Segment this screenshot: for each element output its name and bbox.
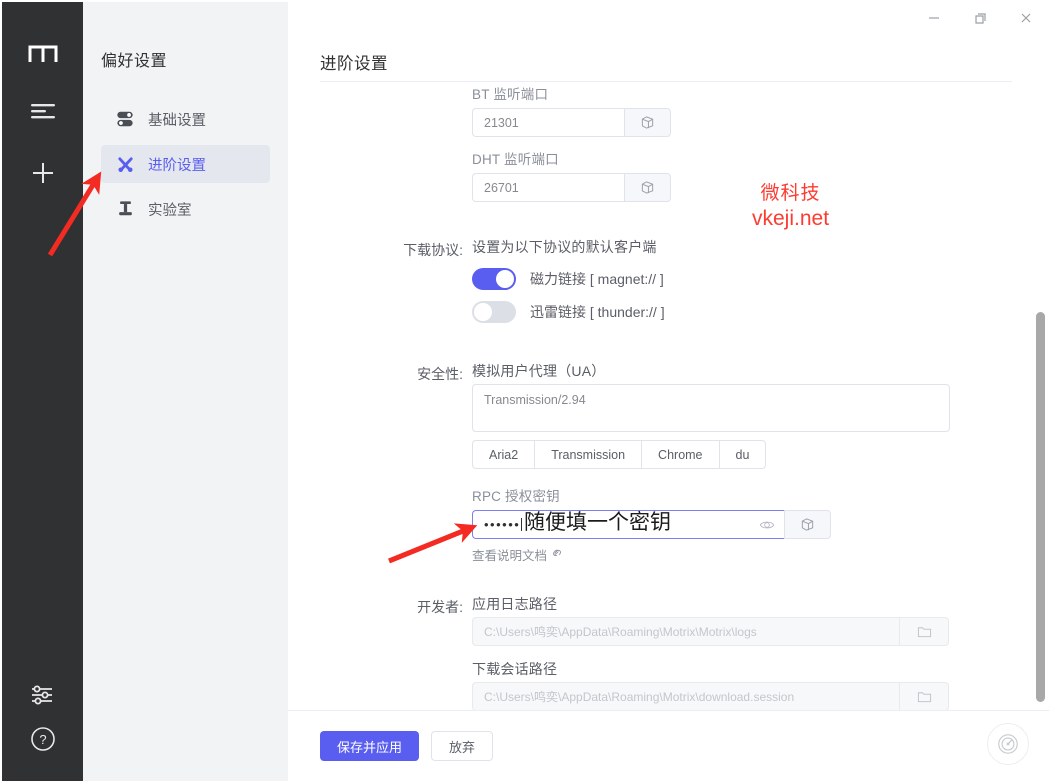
sidebar-item-label: 基础设置 xyxy=(148,112,206,129)
download-protocol-row: 下载协议: 设置为以下协议的默认客户端 磁力链接 [ magnet:// ] 迅… xyxy=(288,237,1049,323)
close-icon[interactable] xyxy=(1003,2,1049,34)
magnet-toggle-row: 磁力链接 [ magnet:// ] xyxy=(472,268,1049,290)
dht-port-input-group: 26701 xyxy=(472,173,671,202)
rpc-secret-label: RPC 授权密钥 xyxy=(472,489,560,504)
preferences-nav-list: 基础设置 进阶设置 实验室 xyxy=(83,100,288,235)
log-path-input[interactable]: C:\Users\鸣奕\AppData\Roaming\Motrix\Motri… xyxy=(472,617,899,646)
vertical-scrollbar[interactable] xyxy=(1036,312,1045,702)
add-icon[interactable] xyxy=(22,156,64,190)
thunder-toggle-row: 迅雷链接 [ thunder:// ] xyxy=(472,301,1049,323)
thunder-toggle[interactable] xyxy=(472,301,516,323)
magnet-toggle-knob xyxy=(496,270,514,288)
preferences-title: 偏好设置 xyxy=(101,53,168,70)
log-path-input-group: C:\Users\鸣奕\AppData\Roaming\Motrix\Motri… xyxy=(472,617,949,646)
page-title: 进阶设置 xyxy=(320,55,388,73)
sliders-icon[interactable] xyxy=(22,675,64,715)
rpc-secret-input-group: •••••• xyxy=(472,510,831,539)
user-agent-label: 模拟用户代理（UA） xyxy=(472,363,606,379)
dht-port-row-label xyxy=(288,150,472,215)
thunder-toggle-label: 迅雷链接 [ thunder:// ] xyxy=(530,304,665,320)
ua-preset-du[interactable]: du xyxy=(718,440,767,469)
save-button[interactable]: 保存并应用 xyxy=(320,731,420,761)
session-path-label: 下载会话路径 xyxy=(472,661,558,677)
sidebar-item-basic-settings[interactable]: 基础设置 xyxy=(101,100,270,138)
bt-port-row: BT 监听端口 21301 xyxy=(288,85,1049,150)
bt-port-row-label xyxy=(288,85,472,150)
settings-scroll-area[interactable]: BT 监听端口 21301 DHT 监听端口 26701 下载协议: 设置为以下… xyxy=(288,82,1049,712)
minimize-icon[interactable] xyxy=(911,2,957,34)
dht-port-input[interactable]: 26701 xyxy=(472,173,624,202)
session-path-input-group: C:\Users\鸣奕\AppData\Roaming\Motrix\downl… xyxy=(472,682,949,711)
toggles-icon xyxy=(115,110,135,128)
form-footer: 保存并应用 放弃 xyxy=(288,710,1049,781)
user-agent-presets: Aria2 Transmission Chrome du xyxy=(472,440,1049,469)
help-icon[interactable]: ? xyxy=(22,719,64,759)
bt-port-input[interactable]: 21301 xyxy=(472,108,624,137)
copy-icon[interactable] xyxy=(784,510,831,539)
thunder-toggle-knob xyxy=(474,303,492,321)
dht-port-row: DHT 监听端口 26701 xyxy=(288,150,1049,215)
discard-button[interactable]: 放弃 xyxy=(431,731,494,761)
eye-icon[interactable] xyxy=(759,517,775,533)
bt-port-input-group: 21301 xyxy=(472,108,671,137)
flask-icon xyxy=(115,200,135,218)
ua-preset-aria2[interactable]: Aria2 xyxy=(472,440,535,469)
speed-gauge-icon[interactable] xyxy=(987,723,1029,765)
ua-preset-transmission[interactable]: Transmission xyxy=(534,440,642,469)
rpc-secret-masked-value: •••••• xyxy=(484,517,523,532)
developer-row: 开发者: 应用日志路径 C:\Users\鸣奕\AppData\Roaming\… xyxy=(288,594,1049,712)
log-path-label: 应用日志路径 xyxy=(472,596,558,612)
svg-text:?: ? xyxy=(39,732,46,747)
sidebar-item-advanced-settings[interactable]: 进阶设置 xyxy=(101,145,270,183)
dht-port-label: DHT 监听端口 xyxy=(472,152,559,167)
window-controls xyxy=(911,2,1049,34)
folder-icon[interactable] xyxy=(899,617,949,646)
menu-icon[interactable] xyxy=(22,94,64,128)
folder-icon[interactable] xyxy=(899,682,949,711)
security-label: 安全性: xyxy=(417,366,463,382)
user-agent-input[interactable]: Transmission/2.94 xyxy=(472,384,950,432)
sidebar-item-lab[interactable]: 实验室 xyxy=(101,190,270,228)
copy-icon[interactable] xyxy=(624,108,671,137)
security-row: 安全性: 模拟用户代理（UA） Transmission/2.94 Aria2 … xyxy=(288,361,1049,586)
rpc-secret-input[interactable]: •••••• xyxy=(472,510,784,539)
main-panel: 进阶设置 BT 监听端口 21301 DHT 监听端口 26701 下载协议: … xyxy=(288,2,1049,781)
session-path-input[interactable]: C:\Users\鸣奕\AppData\Roaming\Motrix\downl… xyxy=(472,682,899,711)
bt-port-label: BT 监听端口 xyxy=(472,87,549,102)
documentation-link[interactable]: 查看说明文档 xyxy=(472,545,563,564)
app-rail: ? xyxy=(2,2,83,781)
magnet-toggle[interactable] xyxy=(472,268,516,290)
documentation-link-label: 查看说明文档 xyxy=(472,549,548,563)
app-logo-icon xyxy=(26,40,60,66)
app-window: ? 偏好设置 基础设置 进阶设置 实验室 进阶设置 BT 监听端口 21301 … xyxy=(0,0,1051,783)
sidebar-item-label: 实验室 xyxy=(148,202,192,219)
copy-icon[interactable] xyxy=(624,173,671,202)
developer-label: 开发者: xyxy=(417,599,463,615)
ua-preset-chrome[interactable]: Chrome xyxy=(641,440,719,469)
magnet-toggle-label: 磁力链接 [ magnet:// ] xyxy=(530,271,664,287)
tools-icon xyxy=(115,155,135,174)
preferences-nav-panel: 偏好设置 基础设置 进阶设置 实验室 xyxy=(83,2,288,781)
advanced-settings-form: BT 监听端口 21301 DHT 监听端口 26701 下载协议: 设置为以下… xyxy=(288,82,1049,712)
external-link-icon xyxy=(551,547,563,562)
maximize-icon[interactable] xyxy=(957,2,1003,34)
download-protocol-description: 设置为以下协议的默认客户端 xyxy=(472,239,657,255)
sidebar-item-label: 进阶设置 xyxy=(148,157,206,174)
download-protocol-label: 下载协议: xyxy=(403,242,463,258)
